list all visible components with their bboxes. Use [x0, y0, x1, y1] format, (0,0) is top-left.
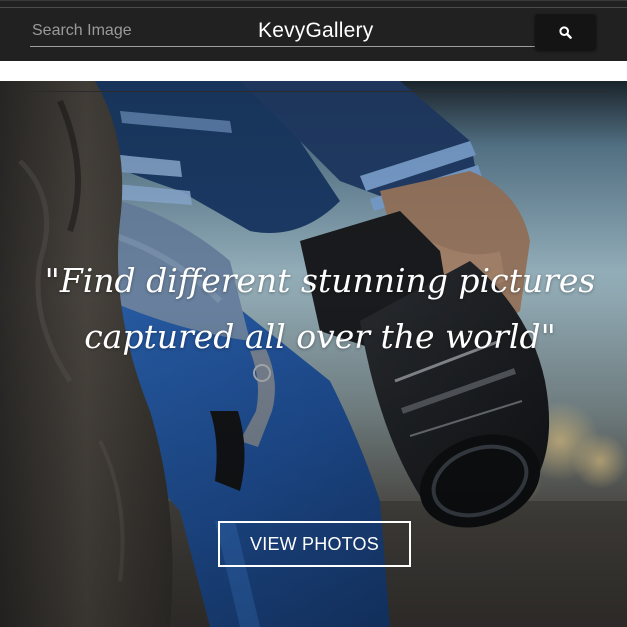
search-icon: [559, 25, 572, 39]
view-photos-button[interactable]: VIEW PHOTOS: [218, 521, 411, 567]
search-button[interactable]: [535, 14, 596, 50]
hero-top-rule: [18, 91, 612, 92]
top-navbar: KevyGallery: [0, 0, 627, 61]
hero-section: "Find different stunning pictures captur…: [0, 81, 627, 627]
brand-logo[interactable]: KevyGallery: [258, 19, 373, 43]
hero-tagline: "Find different stunning pictures captur…: [0, 253, 627, 365]
tagline-line-2: captured all over the world": [84, 317, 556, 356]
tagline-line-1: "Find different stunning pictures: [44, 261, 596, 300]
navbar-divider: [0, 7, 627, 8]
header-spacer: [0, 61, 627, 81]
